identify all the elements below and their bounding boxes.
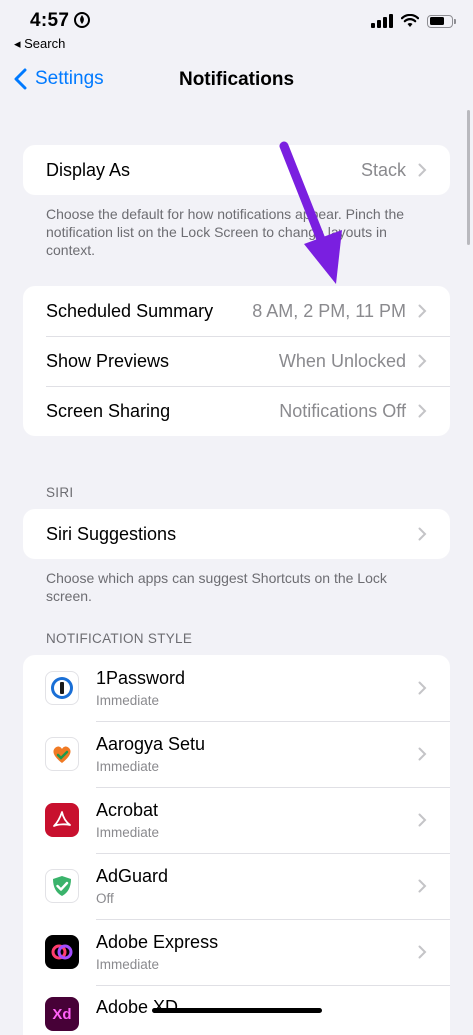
- screen-sharing-row[interactable]: Screen Sharing Notifications Off: [23, 386, 450, 436]
- chevron-right-icon: [418, 945, 427, 959]
- row-label: Show Previews: [46, 350, 170, 371]
- app-name: AdGuard: [96, 866, 169, 886]
- app-name: Acrobat: [96, 800, 159, 820]
- scroll-indicator[interactable]: [467, 110, 470, 245]
- chevron-right-icon: [418, 354, 427, 368]
- app-row-adobe-express[interactable]: Adobe Express Immediate: [23, 919, 450, 985]
- page-title: Notifications: [178, 69, 295, 90]
- navigation-bar: Settings Notifications: [0, 60, 473, 100]
- display-group: Display As Stack: [23, 145, 450, 195]
- app-row-adguard[interactable]: AdGuard Off: [23, 853, 450, 919]
- aarogya-setu-icon: [45, 737, 79, 771]
- app-name: Adobe Express: [96, 932, 219, 952]
- battery-icon: [427, 14, 456, 28]
- chevron-right-icon: [418, 527, 427, 541]
- scheduled-summary-row[interactable]: Scheduled Summary 8 AM, 2 PM, 11 PM: [23, 286, 450, 336]
- row-label: Siri Suggestions: [46, 523, 177, 544]
- adguard-icon: [45, 869, 79, 903]
- status-bar: 4:57 ◂ Search: [0, 0, 473, 51]
- row-label: Scheduled Summary: [46, 300, 214, 321]
- app-row-aarogya-setu[interactable]: Aarogya Setu Immediate: [23, 721, 450, 787]
- app-notification-status: Immediate: [96, 693, 160, 708]
- app-notification-status: Immediate: [96, 759, 160, 774]
- siri-suggestions-row[interactable]: Siri Suggestions: [23, 509, 450, 559]
- wifi-icon: [401, 14, 419, 27]
- siri-group: Siri Suggestions: [23, 509, 450, 559]
- cellular-signal-icon: [371, 14, 393, 28]
- annotation-arrow-icon: [279, 141, 342, 284]
- row-value: 8 AM, 2 PM, 11 PM: [252, 300, 406, 321]
- app-row-1password[interactable]: 1Password Immediate: [23, 655, 450, 721]
- show-previews-row[interactable]: Show Previews When Unlocked: [23, 336, 450, 386]
- adobe-express-icon: [45, 935, 79, 969]
- app-list: 1Password Immediate Aarogya Setu Immedia…: [23, 655, 450, 1035]
- chevron-right-icon: [418, 404, 427, 418]
- display-footer: Choose the default for how notifications…: [46, 206, 405, 258]
- app-notification-status: Off: [96, 891, 114, 906]
- adobe-xd-icon: Xd: [45, 997, 79, 1031]
- status-time: 4:57: [30, 10, 70, 31]
- status-icons: [371, 14, 456, 28]
- chevron-right-icon: [418, 747, 427, 761]
- 1password-icon: [45, 671, 79, 705]
- focus-icon: [74, 12, 90, 28]
- row-value: Stack: [360, 159, 406, 180]
- notification-style-header: NOTIFICATION STYLE: [46, 631, 193, 646]
- app-notification-status: Immediate: [96, 957, 160, 972]
- app-row-acrobat[interactable]: Acrobat Immediate: [23, 787, 450, 853]
- chevron-right-icon: [418, 681, 427, 695]
- acrobat-icon: [45, 803, 79, 837]
- chevron-right-icon: [418, 163, 427, 177]
- summary-group: Scheduled Summary 8 AM, 2 PM, 11 PM Show…: [23, 286, 450, 436]
- row-label: Screen Sharing: [46, 400, 171, 421]
- siri-section-header: SIRI: [46, 485, 74, 500]
- back-to-search-link[interactable]: ◂ Search: [14, 36, 65, 52]
- row-value: Notifications Off: [279, 400, 406, 421]
- app-name: Aarogya Setu: [96, 734, 206, 754]
- display-as-row[interactable]: Display As Stack: [23, 145, 450, 195]
- home-indicator[interactable]: [152, 1008, 322, 1013]
- app-name: 1Password: [96, 668, 186, 688]
- row-value: When Unlocked: [278, 350, 406, 371]
- app-notification-status: Immediate: [96, 825, 160, 840]
- chevron-right-icon: [418, 813, 427, 827]
- chevron-right-icon: [418, 304, 427, 318]
- siri-footer: Choose which apps can suggest Shortcuts …: [46, 570, 387, 604]
- chevron-right-icon: [418, 879, 427, 893]
